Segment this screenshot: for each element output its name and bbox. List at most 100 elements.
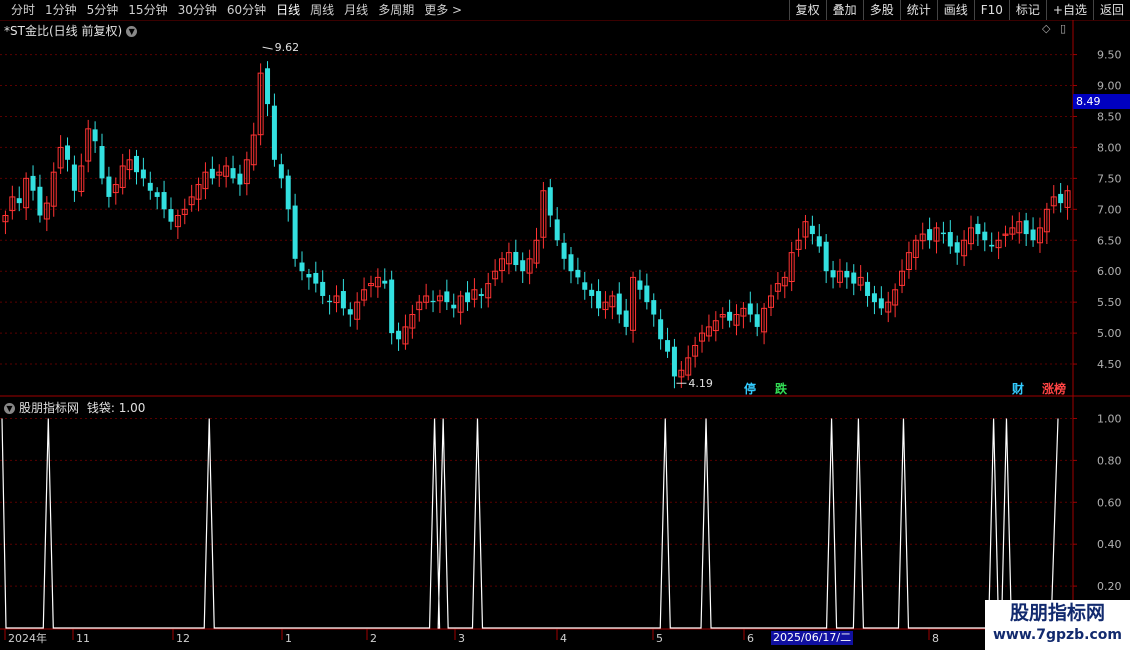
candle-body bbox=[292, 205, 298, 259]
candle-body bbox=[658, 319, 664, 340]
ind-y-tick-label: 0.60 bbox=[1097, 496, 1122, 509]
candle-body bbox=[582, 282, 588, 290]
candle-body bbox=[1023, 220, 1029, 235]
y-tick-label: 7.00 bbox=[1097, 203, 1122, 216]
candle-body bbox=[320, 281, 326, 296]
candle-body bbox=[954, 242, 960, 253]
candle-body bbox=[596, 291, 602, 309]
candle-body bbox=[299, 262, 305, 272]
candle-body bbox=[851, 272, 857, 284]
candle-body bbox=[430, 300, 436, 303]
candle-body bbox=[975, 223, 981, 235]
candle-body bbox=[230, 168, 236, 179]
candle-body bbox=[396, 330, 402, 340]
candle-body bbox=[989, 244, 995, 247]
watermark-line2: www.7gpzb.com bbox=[992, 627, 1122, 643]
candle-body bbox=[465, 292, 471, 303]
candle-body bbox=[671, 346, 677, 377]
candle-body bbox=[278, 164, 284, 179]
candle-body bbox=[65, 145, 71, 160]
x-tick-label: 1 bbox=[285, 632, 292, 645]
candle-body bbox=[347, 309, 353, 315]
candle-body bbox=[451, 304, 457, 309]
candle-body bbox=[37, 186, 43, 216]
candle-body bbox=[265, 68, 271, 105]
y-tick-label: 8.50 bbox=[1097, 110, 1122, 123]
candle-body bbox=[568, 254, 574, 272]
chart-canvas[interactable]: 9.50 9.00 8.50 8.00 7.50 7.00 6.50 6.00 5.50 5.00… bbox=[0, 0, 1130, 650]
candle-body bbox=[313, 272, 319, 284]
candle-body bbox=[823, 241, 829, 272]
candle-body bbox=[651, 300, 657, 315]
candle-body bbox=[71, 164, 77, 191]
indicator-name: 股朋指标网 bbox=[19, 401, 80, 415]
y-tick-label: 7.50 bbox=[1097, 172, 1122, 185]
candle-body bbox=[209, 168, 215, 179]
chevron-down-icon[interactable]: ▼ bbox=[4, 403, 15, 414]
candle-body bbox=[1030, 229, 1036, 241]
candle-body bbox=[1058, 193, 1064, 204]
candle-body bbox=[306, 273, 312, 278]
watermark: 股朋指标网 www.7gpzb.com bbox=[985, 600, 1130, 650]
panel-toggle-icon[interactable]: ▯ bbox=[1060, 22, 1066, 35]
candle-body bbox=[271, 105, 277, 160]
indicator-series-line bbox=[1, 418, 1059, 629]
candle-body bbox=[616, 293, 622, 315]
y-tick-label: 5.50 bbox=[1097, 296, 1122, 309]
candle-body bbox=[389, 279, 395, 334]
candle-body bbox=[520, 260, 526, 272]
candle-body bbox=[382, 280, 388, 284]
candle-body bbox=[285, 175, 291, 210]
candle-body bbox=[30, 175, 36, 191]
watermark-line1: 股朋指标网 bbox=[1009, 602, 1105, 624]
y-tick-label: 6.50 bbox=[1097, 234, 1122, 247]
high-arrow bbox=[262, 46, 273, 50]
x-tick-label: 8 bbox=[932, 632, 939, 645]
marker-tag-3: 涨榜 bbox=[1042, 381, 1066, 396]
candle-body bbox=[575, 269, 581, 278]
current-price-tag: 8.49 bbox=[1073, 94, 1130, 109]
stock-title: *ST金比(日线 前复权) bbox=[4, 24, 123, 38]
x-tick-label: 6 bbox=[747, 632, 754, 645]
chevron-down-icon[interactable]: ▼ bbox=[126, 26, 138, 37]
marker-tag-2: 财 bbox=[1011, 381, 1024, 396]
candle-body bbox=[623, 310, 629, 327]
candle-body bbox=[444, 291, 450, 303]
y-tick-label: 9.50 bbox=[1097, 49, 1122, 62]
candle-body bbox=[644, 285, 650, 303]
candle-body bbox=[237, 173, 243, 185]
x-tick-label: 5 bbox=[656, 632, 663, 645]
x-tick-label: 3 bbox=[458, 632, 465, 645]
candle-body bbox=[161, 192, 167, 210]
y-tick-label: 6.00 bbox=[1097, 265, 1122, 278]
candle-body bbox=[878, 298, 884, 309]
candle-body bbox=[513, 251, 519, 266]
x-tick-label: 12 bbox=[176, 632, 190, 645]
candle-body bbox=[140, 169, 146, 179]
candle-body bbox=[92, 129, 98, 142]
candle-body bbox=[665, 340, 671, 352]
candle-body bbox=[809, 225, 815, 235]
ind-y-tick-label: 0.40 bbox=[1097, 538, 1122, 551]
candle-body bbox=[637, 280, 643, 290]
y-tick-label: 8.00 bbox=[1097, 141, 1122, 154]
candle-body bbox=[830, 270, 836, 278]
candle-body bbox=[982, 231, 988, 241]
candle-body bbox=[168, 209, 174, 222]
candle-body bbox=[865, 281, 871, 296]
candle-body bbox=[727, 311, 733, 321]
y-tick-label: 9.00 bbox=[1097, 80, 1122, 93]
candle-body bbox=[754, 314, 760, 327]
candle-body bbox=[16, 198, 22, 204]
candle-body bbox=[554, 219, 560, 241]
diamond-icon[interactable]: ◇ bbox=[1042, 22, 1050, 35]
low-price-label: 4.19 bbox=[688, 377, 713, 390]
x-tick-label: 2024年 bbox=[8, 631, 47, 645]
marker-tag-1: 跌 bbox=[775, 381, 788, 396]
candle-body bbox=[99, 146, 105, 179]
cursor-date-label: 2025/06/17/二 bbox=[771, 631, 854, 645]
candle-body bbox=[947, 232, 953, 247]
indicator-title: ▼ 股朋指标网 钱袋: 1.00 bbox=[4, 399, 145, 416]
main-chart-title: *ST金比(日线 前复权) ▼ bbox=[4, 22, 138, 39]
candle-body bbox=[561, 242, 567, 259]
